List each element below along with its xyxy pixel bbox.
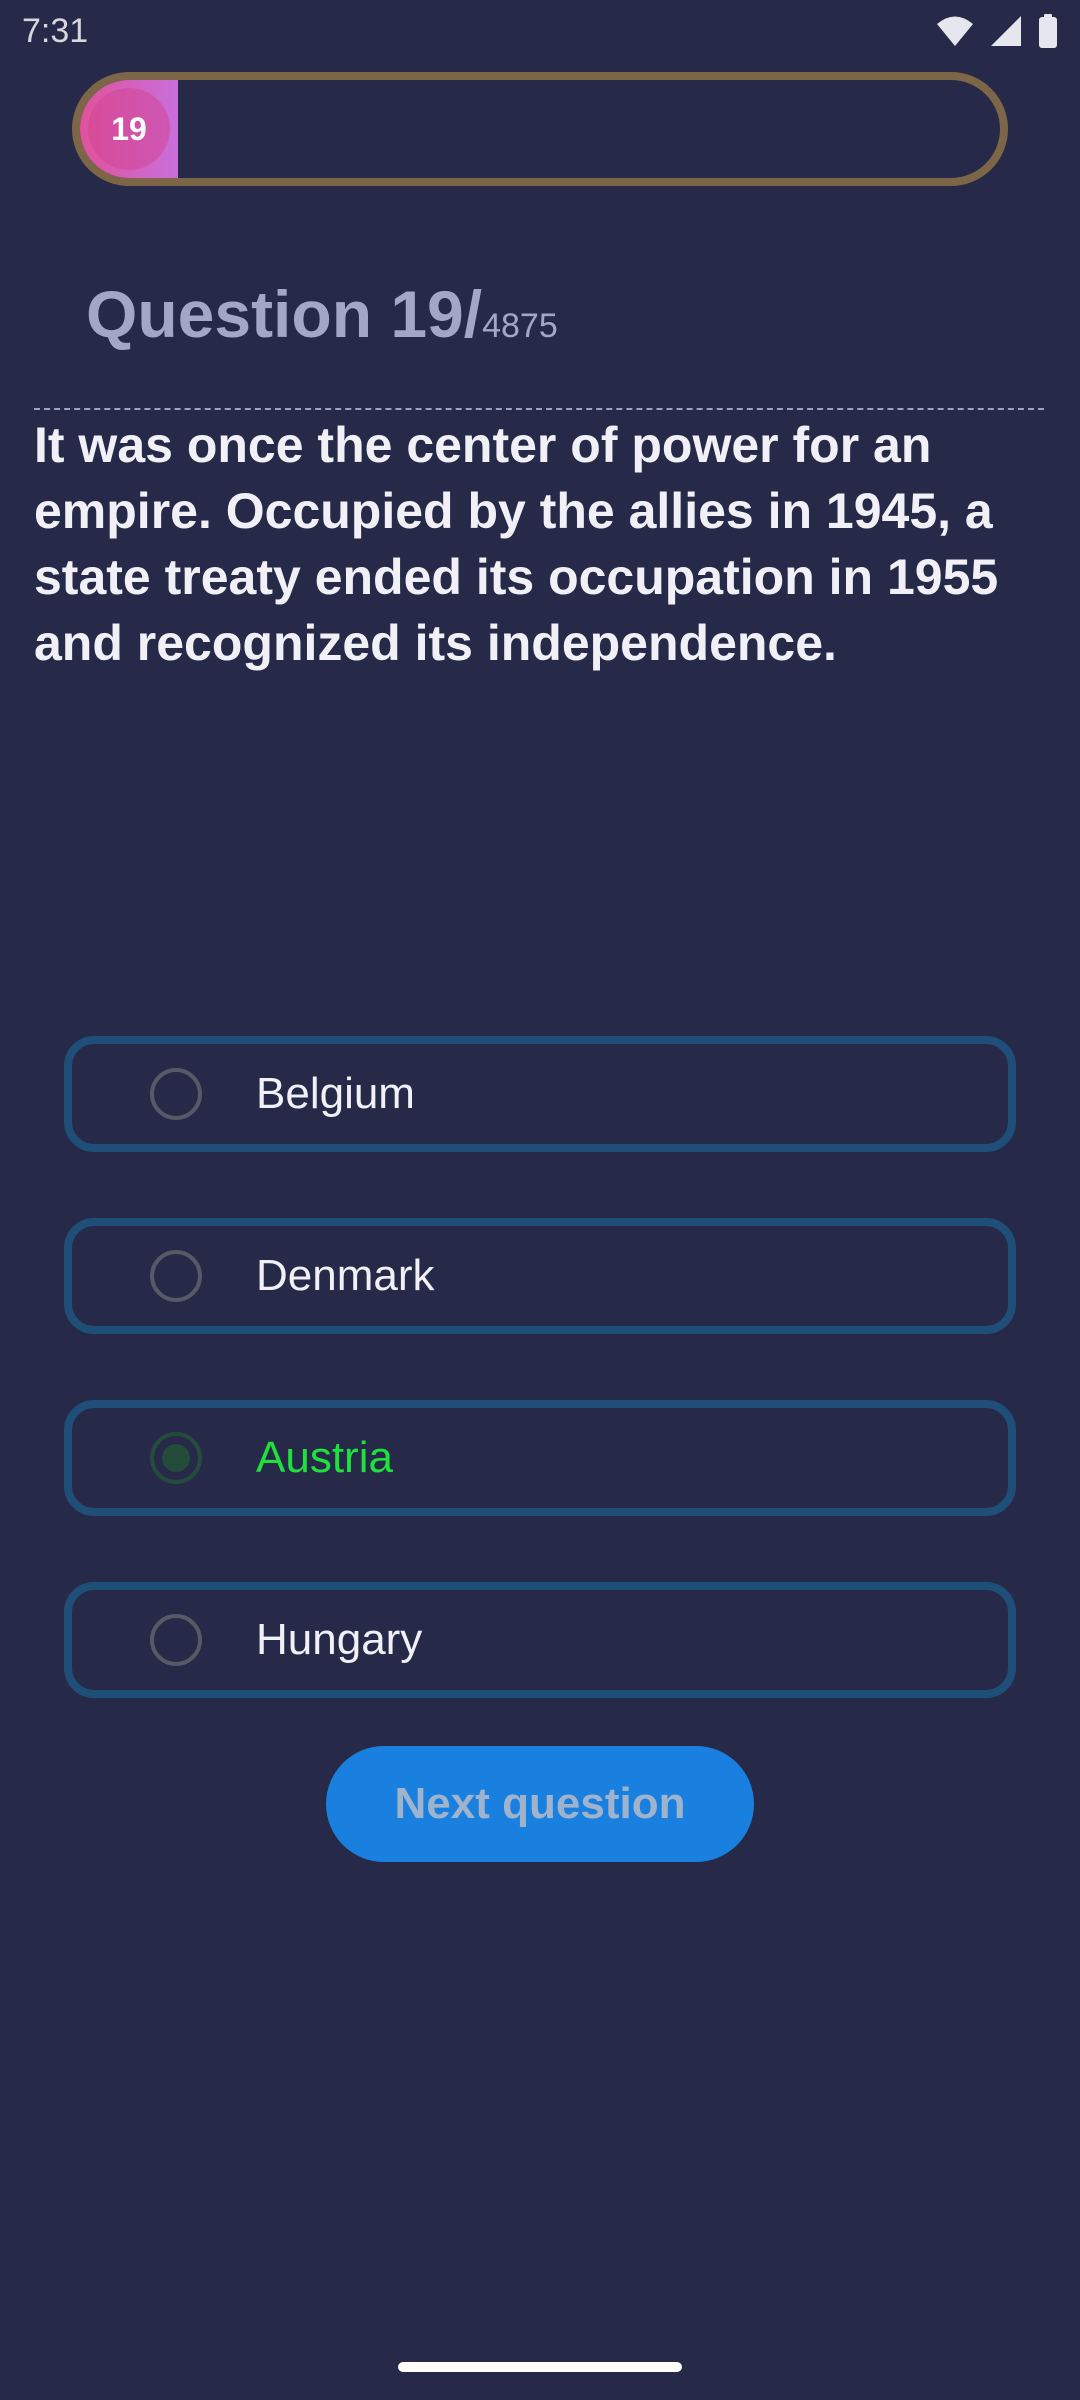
radio-button[interactable] (150, 1068, 202, 1120)
status-bar: 7:31 (0, 0, 1080, 64)
wifi-icon (936, 15, 974, 47)
answer-option-label: Belgium (256, 1069, 415, 1118)
answer-option-hungary[interactable]: Hungary (64, 1582, 1016, 1698)
answer-option-belgium[interactable]: Belgium (64, 1036, 1016, 1152)
answer-option-label: Denmark (256, 1251, 435, 1300)
answer-option-austria[interactable]: Austria (64, 1400, 1016, 1516)
question-divider (34, 408, 1044, 410)
home-indicator[interactable] (398, 2362, 682, 2372)
radio-button[interactable] (150, 1614, 202, 1666)
next-question-button[interactable]: Next question (326, 1746, 754, 1862)
answer-option-label: Hungary (256, 1615, 423, 1664)
question-text: It was once the center of power for an e… (34, 417, 999, 671)
question-number: Question 19/ (86, 277, 483, 351)
status-time: 7:31 (22, 12, 89, 50)
question-total: 4875 (482, 307, 558, 345)
status-icons (936, 14, 1058, 48)
battery-icon (1038, 14, 1058, 48)
answer-option-label: Austria (256, 1433, 393, 1482)
question-counter: Question 19/4875 (86, 276, 558, 352)
quiz-progress-bar: 19 (72, 72, 1008, 186)
quiz-screen: 7:31 19 Question 19/4875 It was once the… (0, 0, 1080, 2400)
radio-button-selected[interactable] (150, 1432, 202, 1484)
radio-button[interactable] (150, 1250, 202, 1302)
progress-count-badge: 19 (88, 88, 170, 170)
cellular-signal-icon (990, 15, 1022, 47)
answer-option-denmark[interactable]: Denmark (64, 1218, 1016, 1334)
